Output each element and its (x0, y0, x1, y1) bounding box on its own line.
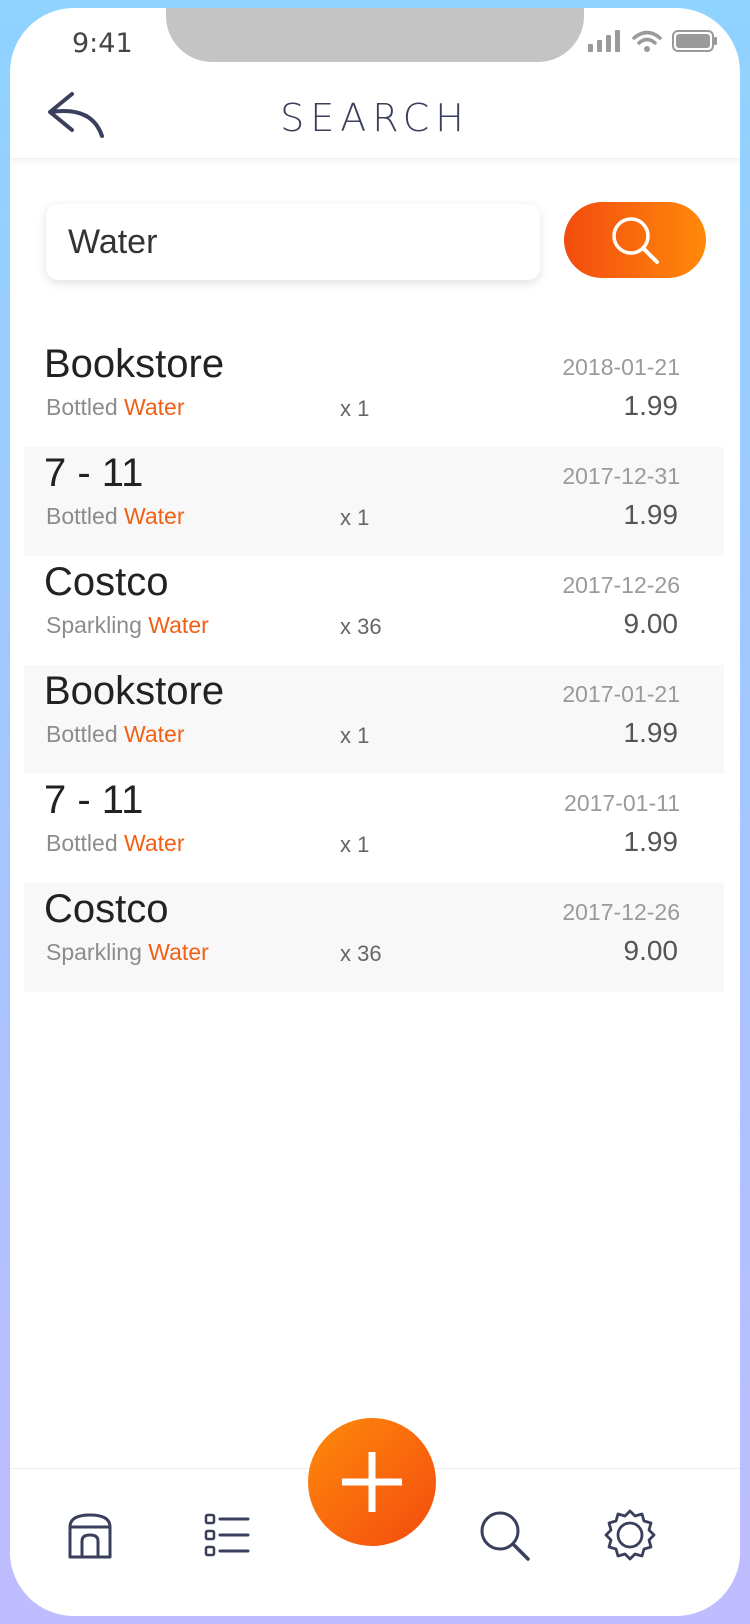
header: SEARCH (10, 68, 740, 159)
item-keyword: Water (148, 612, 209, 638)
store-name: Costco (44, 560, 169, 604)
item-prefix: Bottled (46, 721, 124, 747)
item-name: Bottled Water (46, 394, 185, 421)
list-item[interactable]: Bookstore 2017-01-21 Bottled Water x 1 1… (24, 665, 724, 774)
status-time: 9:41 (72, 28, 133, 59)
item-quantity: x 1 (340, 832, 370, 857)
item-keyword: Water (148, 939, 209, 965)
item-name: Sparkling Water (46, 939, 209, 966)
store-name: Bookstore (44, 669, 225, 713)
item-quantity: x 36 (340, 941, 382, 966)
purchase-date: 2017-12-31 (562, 463, 680, 489)
item-price: 9.00 (623, 608, 679, 639)
item-prefix: Bottled (46, 394, 124, 420)
item-name: Bottled Water (46, 830, 185, 857)
list-item[interactable]: 7 - 11 2017-01-11 Bottled Water x 1 1.99 (24, 774, 724, 883)
item-keyword: Water (124, 830, 185, 856)
status-icons (588, 28, 718, 54)
item-price: 1.99 (623, 499, 679, 530)
store-icon[interactable] (62, 1507, 118, 1563)
purchase-date: 2017-12-26 (562, 899, 680, 925)
store-name: Bookstore (44, 342, 225, 386)
list-icon[interactable] (200, 1507, 256, 1563)
item-prefix: Sparkling (46, 939, 149, 965)
item-price: 9.00 (623, 935, 679, 966)
purchase-date: 2017-01-11 (564, 790, 680, 816)
item-keyword: Water (124, 503, 185, 529)
item-quantity: x 1 (340, 505, 370, 530)
item-name: Bottled Water (46, 503, 185, 530)
battery-icon (672, 30, 717, 52)
purchase-date: 2017-12-26 (562, 572, 680, 598)
item-keyword: Water (124, 394, 185, 420)
item-quantity: x 36 (340, 614, 382, 639)
search-input[interactable] (46, 204, 508, 280)
search-icon (612, 217, 659, 264)
item-price: 1.99 (623, 717, 679, 748)
signal-icon (588, 30, 620, 52)
wifi-icon (632, 30, 662, 52)
item-price: 1.99 (623, 826, 679, 857)
page-title: SEARCH (280, 96, 470, 140)
list-item[interactable]: Bookstore 2018-01-21 Bottled Water x 1 1… (24, 338, 724, 447)
search-field[interactable] (46, 204, 540, 280)
list-item[interactable]: 7 - 11 2017-12-31 Bottled Water x 1 1.99 (24, 447, 724, 556)
settings-icon[interactable] (602, 1507, 658, 1563)
purchase-date: 2017-01-21 (562, 681, 680, 707)
phone-screen: 9:41 SEARCH Water Bookstore 2018-01-21 B… (10, 8, 740, 1616)
item-name: Sparkling Water (46, 612, 209, 639)
store-name: 7 - 11 (44, 778, 144, 822)
item-keyword: Water (124, 721, 185, 747)
list-item[interactable]: Costco 2017-12-26 Sparkling Water x 36 9… (24, 883, 724, 992)
item-price: 1.99 (623, 390, 679, 421)
search-button[interactable] (564, 202, 706, 278)
item-name: Bottled Water (46, 721, 185, 748)
store-name: Costco (44, 887, 169, 931)
list-item[interactable]: Costco 2017-12-26 Sparkling Water x 36 9… (24, 556, 724, 665)
results-list: Bookstore 2018-01-21 Bottled Water x 1 1… (24, 338, 724, 992)
item-quantity: x 1 (340, 396, 370, 421)
notch (166, 8, 584, 62)
item-prefix: Bottled (46, 830, 124, 856)
plus-icon (342, 1452, 402, 1512)
item-quantity: x 1 (340, 723, 370, 748)
item-prefix: Bottled (46, 503, 124, 529)
purchase-date: 2018-01-21 (562, 354, 680, 380)
store-name: 7 - 11 (44, 451, 144, 495)
add-button[interactable] (308, 1418, 436, 1546)
search-nav-icon[interactable] (476, 1507, 532, 1563)
item-prefix: Sparkling (46, 612, 149, 638)
